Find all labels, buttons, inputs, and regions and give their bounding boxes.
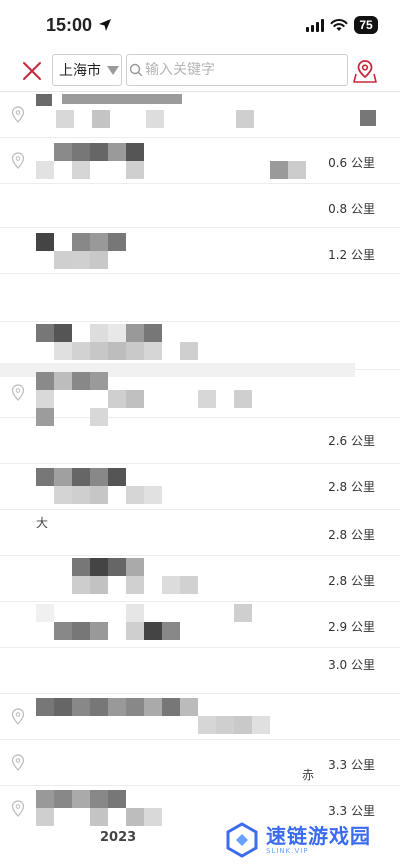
list-item[interactable]: 2.8 公里 xyxy=(0,556,400,602)
keyword-search-box[interactable] xyxy=(126,54,348,86)
distance-label: 3.0 公里 xyxy=(328,658,375,672)
distance-label: 2.6 公里 xyxy=(328,434,375,448)
status-bar: 15:00 75 xyxy=(0,0,400,50)
mosaic-cell xyxy=(360,110,376,126)
location-pin-icon xyxy=(11,384,25,401)
list-item[interactable]: 0.6 公里 xyxy=(0,138,400,184)
list-item[interactable] xyxy=(0,92,400,138)
distance-label: 2.8 公里 xyxy=(328,528,375,542)
list-item[interactable] xyxy=(0,370,400,426)
location-arrow-icon xyxy=(99,19,112,31)
list-item[interactable]: 0.8 公里 xyxy=(0,184,400,228)
list-item[interactable] xyxy=(0,274,400,322)
list-item[interactable]: 大 2.8 公里 xyxy=(0,510,400,556)
list-item[interactable]: 1.2 公里 xyxy=(0,228,400,274)
distance-label: 0.8 公里 xyxy=(328,202,375,216)
list-item[interactable]: 3.0 公里 xyxy=(0,648,400,694)
close-icon[interactable] xyxy=(20,59,44,83)
location-pin-icon xyxy=(11,106,25,123)
list-item[interactable] xyxy=(0,694,400,740)
list-item[interactable]: 赤 3.3 公里 xyxy=(0,740,400,786)
list-item[interactable]: 2.8 公里 xyxy=(0,464,400,510)
partial-text: 大 xyxy=(36,516,49,530)
clock-text: 15:00 xyxy=(46,14,93,35)
search-icon xyxy=(129,63,143,77)
location-pin-icon xyxy=(11,754,25,771)
partial-text: 赤 xyxy=(302,768,315,782)
distance-label: 2.8 公里 xyxy=(328,480,375,494)
watermark: 速链游戏园 SLINK.VIP xyxy=(224,818,388,862)
watermark-subtitle: SLINK.VIP xyxy=(266,847,309,855)
status-time: 15:00 xyxy=(46,15,112,36)
list-item[interactable]: 2.9 公里 xyxy=(0,602,400,648)
battery-icon: 75 xyxy=(354,16,378,34)
chevron-down-icon xyxy=(107,65,119,75)
location-pin-icon xyxy=(11,152,25,169)
watermark-title: 速链游戏园 xyxy=(266,824,371,848)
location-pin-icon xyxy=(11,800,25,817)
list-item[interactable]: 2.6 公里 xyxy=(0,418,400,464)
keyword-input[interactable] xyxy=(143,62,347,78)
distance-label: 2.9 公里 xyxy=(328,620,375,634)
city-label: 上海市 xyxy=(59,63,101,79)
city-select[interactable]: 上海市 xyxy=(52,54,122,86)
map-pin-icon[interactable] xyxy=(352,58,378,84)
watermark-logo-icon xyxy=(226,822,258,858)
partial-text: 2023 xyxy=(100,830,137,845)
location-pin-icon xyxy=(11,708,25,725)
distance-label: 1.2 公里 xyxy=(328,248,375,262)
distance-label: 3.3 公里 xyxy=(328,758,375,772)
search-bar: 上海市 xyxy=(0,50,400,92)
wifi-icon xyxy=(330,18,348,31)
distance-label: 2.8 公里 xyxy=(328,574,375,588)
cellular-signal-icon xyxy=(306,18,324,32)
status-indicators: 75 xyxy=(306,16,378,34)
battery-level: 75 xyxy=(359,18,373,32)
distance-label: 3.3 公里 xyxy=(328,804,375,818)
distance-label: 0.6 公里 xyxy=(328,156,375,170)
